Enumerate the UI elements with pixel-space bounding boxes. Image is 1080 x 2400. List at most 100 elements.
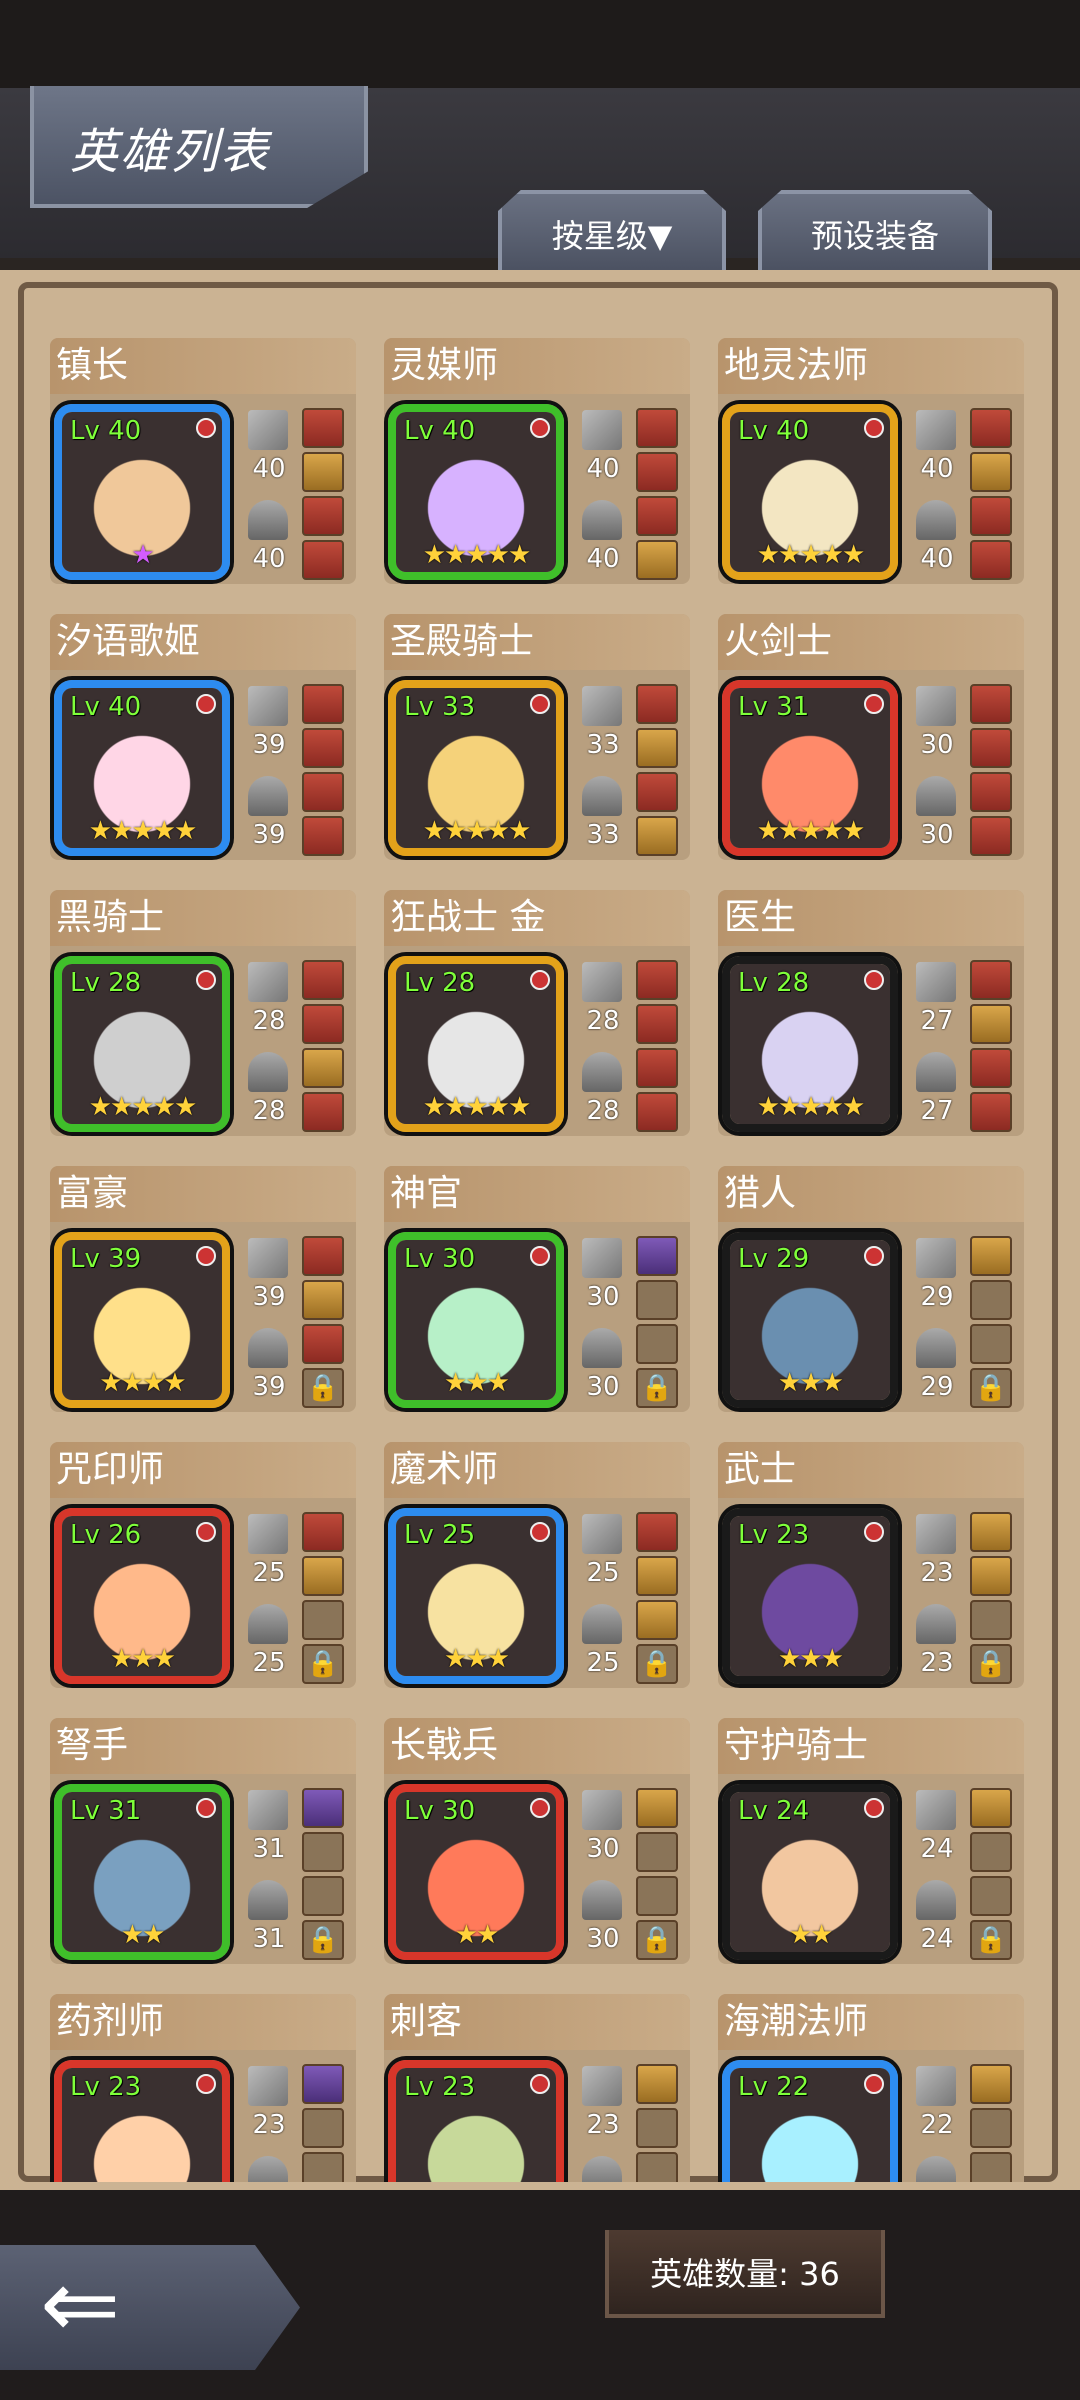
hero-card[interactable]: 汐语歌姬 Lv 40 ★★★★★ 39 39: [50, 614, 356, 860]
hero-card[interactable]: 黑骑士 Lv 28 ★★★★★ 28 28: [50, 890, 356, 1136]
equipment-item-icon[interactable]: [970, 1512, 1012, 1552]
hero-card[interactable]: 长戟兵 Lv 30 ★★ 30 30 🔒: [384, 1718, 690, 1964]
hero-portrait[interactable]: Lv 31 ★★★★★: [722, 680, 898, 856]
hero-card[interactable]: 富豪 Lv 39 ★★★★ 39 39 🔒: [50, 1166, 356, 1412]
equipment-item-icon[interactable]: [302, 408, 344, 448]
equipment-item-icon[interactable]: [636, 408, 678, 448]
equipment-item-icon[interactable]: [636, 1004, 678, 1044]
equipment-item-icon[interactable]: [970, 2064, 1012, 2104]
empty-equipment-slot[interactable]: [636, 2108, 678, 2148]
hero-card[interactable]: 镇长 Lv 40 ★ 40 40: [50, 338, 356, 584]
hero-portrait[interactable]: Lv 28 ★★★★★: [722, 956, 898, 1132]
sort-by-stars-button[interactable]: 按星级▼: [498, 190, 726, 274]
equipment-item-icon[interactable]: [970, 408, 1012, 448]
equipment-item-icon[interactable]: [302, 1236, 344, 1276]
equipment-item-icon[interactable]: [636, 496, 678, 536]
equipment-item-icon[interactable]: [302, 1556, 344, 1596]
equipment-item-icon[interactable]: [302, 1004, 344, 1044]
empty-equipment-slot[interactable]: [636, 1832, 678, 1872]
hero-card[interactable]: 咒印师 Lv 26 ★★★ 25 25 🔒: [50, 1442, 356, 1688]
empty-equipment-slot[interactable]: [970, 1280, 1012, 1320]
lock-icon[interactable]: 🔒: [970, 1920, 1012, 1960]
equipment-item-icon[interactable]: [302, 540, 344, 580]
lock-icon[interactable]: 🔒: [970, 1368, 1012, 1408]
equipment-item-icon[interactable]: [636, 2064, 678, 2104]
lock-icon[interactable]: 🔒: [636, 1644, 678, 1684]
equipment-item-icon[interactable]: [636, 1600, 678, 1640]
hero-portrait[interactable]: Lv 24 ★★: [722, 1784, 898, 1960]
equipment-item-icon[interactable]: [302, 960, 344, 1000]
hero-card[interactable]: 魔术师 Lv 25 ★★★ 25 25 🔒: [384, 1442, 690, 1688]
hero-portrait[interactable]: Lv 23 ★★★: [722, 1508, 898, 1684]
equipment-item-icon[interactable]: [636, 1512, 678, 1552]
hero-portrait[interactable]: Lv 25 ★★★: [388, 1508, 564, 1684]
equipment-item-icon[interactable]: [970, 684, 1012, 724]
hero-card[interactable]: 猎人 Lv 29 ★★★ 29 29 🔒: [718, 1166, 1024, 1412]
hero-card[interactable]: 神官 Lv 30 ★★★ 30 30 🔒: [384, 1166, 690, 1412]
hero-card[interactable]: 弩手 Lv 31 ★★ 31 31 🔒: [50, 1718, 356, 1964]
lock-icon[interactable]: 🔒: [970, 1644, 1012, 1684]
hero-card[interactable]: 医生 Lv 28 ★★★★★ 27 27: [718, 890, 1024, 1136]
equipment-item-icon[interactable]: [970, 728, 1012, 768]
empty-equipment-slot[interactable]: [302, 1876, 344, 1916]
hero-portrait[interactable]: Lv 40 ★★★★★: [722, 404, 898, 580]
equipment-item-icon[interactable]: [970, 1092, 1012, 1132]
hero-portrait[interactable]: Lv 28 ★★★★★: [54, 956, 230, 1132]
hero-portrait[interactable]: Lv 22: [722, 2060, 898, 2182]
empty-equipment-slot[interactable]: [302, 2108, 344, 2148]
hero-portrait[interactable]: Lv 40 ★: [54, 404, 230, 580]
hero-card[interactable]: 圣殿骑士 Lv 33 ★★★★★ 33 33: [384, 614, 690, 860]
hero-card[interactable]: 守护骑士 Lv 24 ★★ 24 24 🔒: [718, 1718, 1024, 1964]
equipment-item-icon[interactable]: [636, 960, 678, 1000]
hero-portrait[interactable]: Lv 40 ★★★★★: [54, 680, 230, 856]
equipment-item-icon[interactable]: [636, 728, 678, 768]
hero-card[interactable]: 药剂师 Lv 23 2323🔒: [50, 1994, 356, 2182]
hero-card[interactable]: 狂战士 金 Lv 28 ★★★★★ 28 28: [384, 890, 690, 1136]
preset-equipment-button[interactable]: 预设装备: [758, 190, 992, 274]
equipment-item-icon[interactable]: [970, 1236, 1012, 1276]
equipment-item-icon[interactable]: [970, 1788, 1012, 1828]
empty-equipment-slot[interactable]: [970, 2152, 1012, 2182]
lock-icon[interactable]: 🔒: [636, 1920, 678, 1960]
equipment-item-icon[interactable]: [302, 1048, 344, 1088]
empty-equipment-slot[interactable]: [970, 1832, 1012, 1872]
empty-equipment-slot[interactable]: [970, 1600, 1012, 1640]
empty-equipment-slot[interactable]: [970, 2108, 1012, 2148]
empty-equipment-slot[interactable]: [970, 1324, 1012, 1364]
hero-portrait[interactable]: Lv 26 ★★★: [54, 1508, 230, 1684]
equipment-item-icon[interactable]: [302, 728, 344, 768]
equipment-item-icon[interactable]: [302, 772, 344, 812]
hero-card[interactable]: 火剑士 Lv 31 ★★★★★ 30 30: [718, 614, 1024, 860]
hero-card[interactable]: 武士 Lv 23 ★★★ 23 23 🔒: [718, 1442, 1024, 1688]
equipment-item-icon[interactable]: [636, 1048, 678, 1088]
hero-portrait[interactable]: Lv 23: [388, 2060, 564, 2182]
equipment-item-icon[interactable]: [636, 540, 678, 580]
equipment-item-icon[interactable]: [302, 1512, 344, 1552]
equipment-item-icon[interactable]: [970, 1004, 1012, 1044]
hero-card[interactable]: 地灵法师 Lv 40 ★★★★★ 40 40: [718, 338, 1024, 584]
equipment-item-icon[interactable]: [302, 816, 344, 856]
hero-portrait[interactable]: Lv 29 ★★★: [722, 1232, 898, 1408]
equipment-item-icon[interactable]: [636, 772, 678, 812]
equipment-item-icon[interactable]: [636, 1092, 678, 1132]
equipment-item-icon[interactable]: [970, 540, 1012, 580]
equipment-item-icon[interactable]: [302, 1324, 344, 1364]
equipment-item-icon[interactable]: [970, 496, 1012, 536]
hero-card[interactable]: 灵媒师 Lv 40 ★★★★★ 40 40: [384, 338, 690, 584]
hero-portrait[interactable]: Lv 33 ★★★★★: [388, 680, 564, 856]
equipment-item-icon[interactable]: [302, 2064, 344, 2104]
equipment-item-icon[interactable]: [302, 496, 344, 536]
equipment-item-icon[interactable]: [970, 452, 1012, 492]
lock-icon[interactable]: 🔒: [302, 1920, 344, 1960]
hero-card[interactable]: 海潮法师 Lv 22 2222🔒: [718, 1994, 1024, 2182]
lock-icon[interactable]: 🔒: [302, 1368, 344, 1408]
hero-portrait[interactable]: Lv 30 ★★: [388, 1784, 564, 1960]
empty-equipment-slot[interactable]: [970, 1876, 1012, 1916]
empty-equipment-slot[interactable]: [636, 1324, 678, 1364]
equipment-item-icon[interactable]: [636, 816, 678, 856]
empty-equipment-slot[interactable]: [302, 2152, 344, 2182]
empty-equipment-slot[interactable]: [302, 1600, 344, 1640]
empty-equipment-slot[interactable]: [636, 1280, 678, 1320]
equipment-item-icon[interactable]: [302, 1788, 344, 1828]
hero-portrait[interactable]: Lv 28 ★★★★★: [388, 956, 564, 1132]
